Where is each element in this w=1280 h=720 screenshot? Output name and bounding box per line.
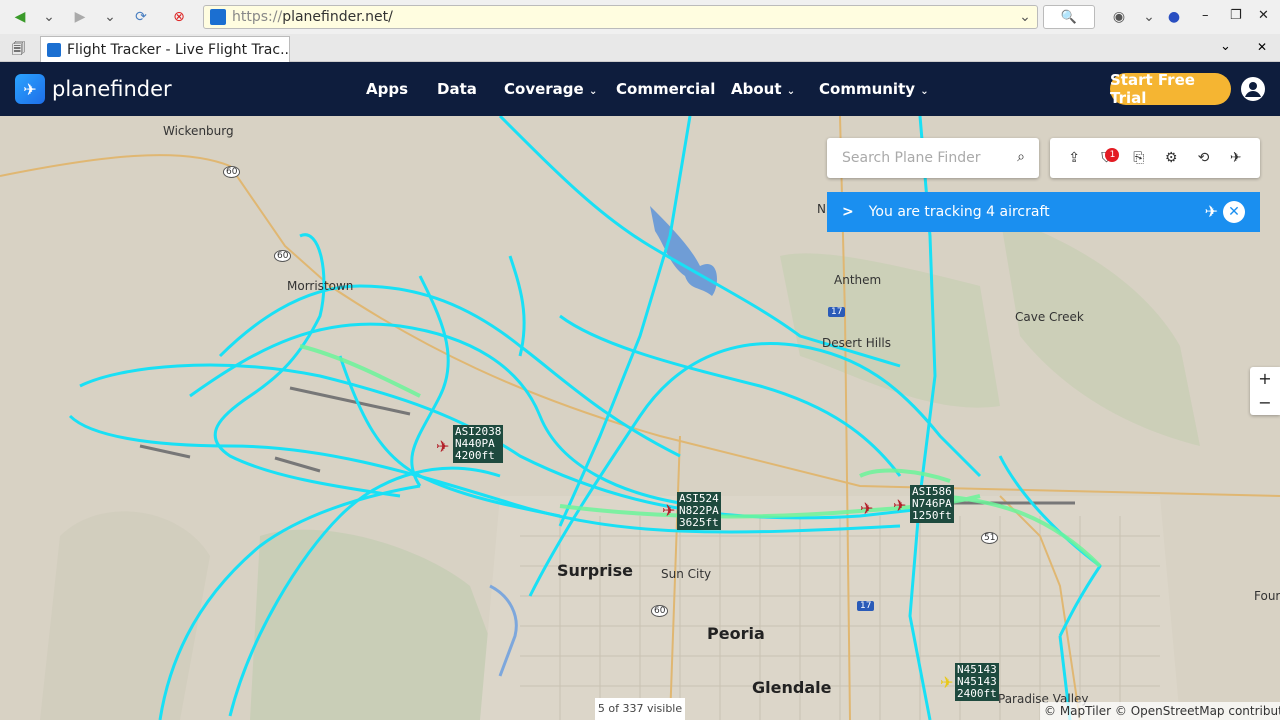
url-protocol: https:// xyxy=(232,9,283,25)
place-desert-hills: Desert Hills xyxy=(822,336,891,350)
settings-icon[interactable]: ⚙ xyxy=(1162,150,1180,166)
search-icon[interactable]: ⌕ xyxy=(1017,149,1025,165)
chevron-right-icon[interactable]: > xyxy=(842,204,854,220)
aircraft-icon[interactable]: ✈ xyxy=(436,437,449,456)
zoom-control: + − xyxy=(1250,367,1280,415)
active-tab[interactable]: Flight Tracker - Live Flight Trac... xyxy=(40,36,290,62)
filter-alert-badge: 1 xyxy=(1105,148,1120,162)
browser-search-button[interactable]: 🔍 xyxy=(1043,5,1095,29)
aircraft-label-asi586[interactable]: ASI586 N746PA 1250ft xyxy=(910,485,954,523)
place-four: Four xyxy=(1254,589,1280,603)
aircraft-label-asi524[interactable]: ASI524 N822PA 3625ft xyxy=(677,492,721,530)
search-placeholder: Search Plane Finder xyxy=(842,150,981,166)
close-icon[interactable]: ✕ xyxy=(1223,201,1245,223)
forward-menu-icon[interactable]: ⌄ xyxy=(99,6,121,28)
reader-icon[interactable]: 🗐 xyxy=(12,40,25,62)
nav-community[interactable]: Community ⌄ xyxy=(819,80,929,98)
zoom-out-button[interactable]: − xyxy=(1250,391,1280,415)
extension-icon[interactable]: ◉ xyxy=(1108,6,1130,28)
road-shield-17: 17 xyxy=(857,601,875,611)
place-anthem: Anthem xyxy=(834,273,882,287)
close-tab-icon[interactable]: ✕ xyxy=(1257,40,1267,54)
start-free-trial-button[interactable]: Start Free Trial xyxy=(1110,71,1231,107)
map-tools-panel: ⇪ ⛉1 ⎘ ⚙ ⟲ ✈ xyxy=(1050,138,1260,178)
playback-plane-icon[interactable]: ✈ xyxy=(1227,150,1245,166)
place-partial-n: N xyxy=(817,202,826,216)
place-wickenburg: Wickenburg xyxy=(163,124,234,138)
aircraft-icon[interactable]: ✈ xyxy=(893,496,906,515)
filter-icon[interactable]: ⛉1 xyxy=(1097,148,1120,166)
nav-about-label: About xyxy=(731,80,782,98)
place-peoria: Peoria xyxy=(707,624,765,643)
close-window-icon[interactable]: ✕ xyxy=(1258,8,1269,23)
zoom-in-button[interactable]: + xyxy=(1250,367,1280,391)
forward-icon[interactable]: ▶ xyxy=(69,6,91,28)
place-sun-city: Sun City xyxy=(661,567,712,581)
url-host: planefinder.net/ xyxy=(282,9,393,25)
profile-icon[interactable]: ● xyxy=(1163,6,1185,28)
chevron-down-icon: ⌄ xyxy=(588,86,598,97)
plane-icon[interactable]: ✈ xyxy=(1205,202,1218,221)
user-account-icon[interactable] xyxy=(1241,77,1265,101)
nav-coverage[interactable]: Coverage ⌄ xyxy=(504,80,597,98)
map-attribution: © MapTiler © OpenStreetMap contributors xyxy=(1040,702,1280,720)
bookmark-icon[interactable]: ⎘ xyxy=(1130,150,1148,166)
url-dropdown-icon[interactable]: ⌄ xyxy=(1014,6,1036,28)
tab-favicon-icon xyxy=(47,42,61,57)
reload-icon[interactable]: ⟳ xyxy=(130,6,152,28)
place-cave-creek: Cave Creek xyxy=(1015,310,1084,324)
site-favicon-icon xyxy=(210,9,226,25)
logo-text-plane: plane xyxy=(52,77,111,101)
tab-bar: 🗐 Flight Tracker - Live Flight Trac... ⌄… xyxy=(0,34,1280,62)
place-morristown: Morristown xyxy=(287,279,354,293)
logo-text-finder: finder xyxy=(110,77,172,101)
url-bar[interactable]: https:// planefinder.net/ xyxy=(203,5,1038,29)
aircraft-label-asi2038[interactable]: ASI2038 N440PA 4200ft xyxy=(453,425,504,463)
cloud-upload-icon[interactable]: ⇪ xyxy=(1065,150,1083,166)
nav-about[interactable]: About ⌄ xyxy=(731,80,795,98)
nav-data[interactable]: Data xyxy=(437,80,477,98)
back-icon[interactable]: ◀ xyxy=(9,6,31,28)
restore-icon[interactable]: ❐ xyxy=(1230,8,1242,23)
extension-menu-icon[interactable]: ⌄ xyxy=(1138,6,1160,28)
aircraft-icon[interactable]: ✈ xyxy=(940,673,953,692)
tab-list-icon[interactable]: ⌄ xyxy=(1220,39,1231,54)
place-glendale: Glendale xyxy=(752,678,832,697)
back-menu-icon[interactable]: ⌄ xyxy=(38,6,60,28)
chevron-down-icon: ⌄ xyxy=(786,86,796,97)
map-search-input[interactable]: Search Plane Finder ⌕ xyxy=(827,138,1039,178)
aircraft-icon[interactable]: ✈ xyxy=(662,501,675,520)
search-icon: 🔍 xyxy=(1060,9,1078,25)
browser-toolbar: ◀ ⌄ ▶ ⌄ ⟳ ⊗ https:// planefinder.net/ ⌄ … xyxy=(0,0,1280,34)
visible-count-badge: 5 of 337 visible xyxy=(595,698,685,720)
chevron-down-icon: ⌄ xyxy=(920,86,929,97)
site-header: ✈ plane finder Apps Data Coverage ⌄ Comme… xyxy=(0,62,1280,116)
place-surprise: Surprise xyxy=(557,561,634,580)
nav-coverage-label: Coverage xyxy=(504,80,584,98)
stop-icon[interactable]: ⊗ xyxy=(168,6,190,28)
minimize-icon[interactable]: – xyxy=(1202,8,1209,23)
nav-community-label: Community xyxy=(819,80,916,98)
tracking-text: You are tracking 4 aircraft xyxy=(868,204,1050,220)
plane-logo-icon: ✈ xyxy=(15,74,45,104)
tracking-banner[interactable]: > You are tracking 4 aircraft ✈ ✕ xyxy=(827,192,1260,232)
nav-apps[interactable]: Apps xyxy=(366,80,408,98)
aircraft-icon[interactable]: ✈ xyxy=(860,499,873,518)
tab-title: Flight Tracker - Live Flight Trac... xyxy=(67,41,290,58)
nav-commercial[interactable]: Commercial xyxy=(616,80,715,98)
road-shield-17: 17 xyxy=(828,307,846,317)
aircraft-label-n45143[interactable]: N45143 N45143 2400ft xyxy=(955,663,999,701)
planefinder-logo[interactable]: ✈ plane finder xyxy=(15,74,172,104)
history-icon[interactable]: ⟲ xyxy=(1194,150,1212,166)
